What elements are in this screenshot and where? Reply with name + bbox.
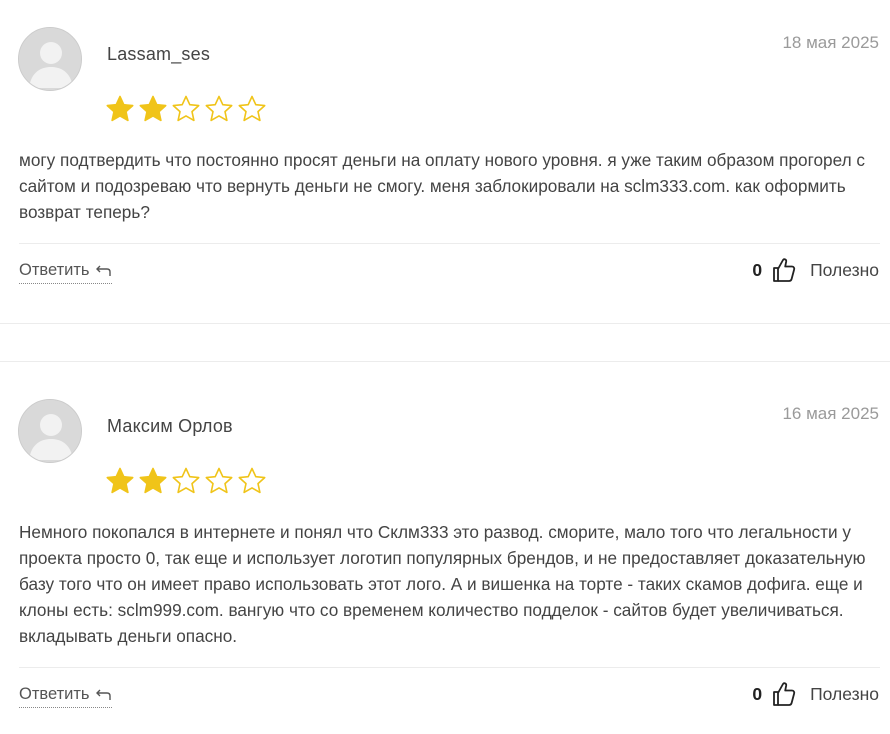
- review-author: Максим Орлов: [107, 416, 233, 436]
- star-filled-icon: [139, 95, 167, 122]
- star-filled-icon: [139, 467, 167, 494]
- star-empty-icon: [238, 95, 266, 122]
- star-empty-icon: [238, 467, 266, 494]
- divider: [19, 243, 880, 244]
- review-date: 16 мая 2025: [782, 404, 879, 423]
- review-text: Немного покопался в интернете и понял чт…: [19, 522, 866, 646]
- star-empty-icon: [205, 467, 233, 494]
- helpful-widget: 0 Полезно: [752, 681, 879, 707]
- avatar: [18, 27, 82, 91]
- star-empty-icon: [172, 467, 200, 494]
- reply-label: Ответить: [19, 685, 90, 703]
- reviews-page: Lassam_ses 18 мая 2025 могу подтвердить …: [0, 0, 890, 734]
- review-date: 18 мая 2025: [782, 33, 879, 52]
- helpful-label[interactable]: Полезно: [810, 260, 879, 281]
- user-silhouette-icon: [19, 28, 81, 90]
- section-divider: [0, 323, 890, 324]
- helpful-label[interactable]: Полезно: [810, 684, 879, 705]
- star-filled-icon: [106, 467, 134, 494]
- thumbs-up-icon[interactable]: [772, 681, 796, 707]
- rating-stars: [105, 466, 267, 496]
- avatar: [18, 399, 82, 463]
- thumbs-up-icon[interactable]: [772, 257, 796, 283]
- review-card: Lassam_ses 18 мая 2025 могу подтвердить …: [0, 0, 890, 324]
- star-filled-icon: [106, 95, 134, 122]
- helpful-count: 0: [752, 683, 763, 704]
- helpful-count: 0: [752, 259, 763, 280]
- star-empty-icon: [205, 95, 233, 122]
- reply-arrow-icon: [95, 689, 111, 700]
- user-silhouette-icon: [19, 400, 81, 462]
- divider: [19, 667, 880, 668]
- star-empty-icon: [172, 95, 200, 122]
- review-card: Максим Орлов 16 мая 2025 Немного покопал…: [0, 362, 890, 734]
- rating-stars: [105, 94, 267, 124]
- review-text: могу подтвердить что постоянно просят де…: [19, 150, 865, 222]
- reply-label: Ответить: [19, 261, 90, 279]
- helpful-widget: 0 Полезно: [752, 257, 879, 283]
- review-author: Lassam_ses: [107, 44, 211, 64]
- reply-arrow-icon: [95, 265, 111, 276]
- reply-button[interactable]: Ответить: [19, 685, 112, 708]
- reply-button[interactable]: Ответить: [19, 261, 112, 284]
